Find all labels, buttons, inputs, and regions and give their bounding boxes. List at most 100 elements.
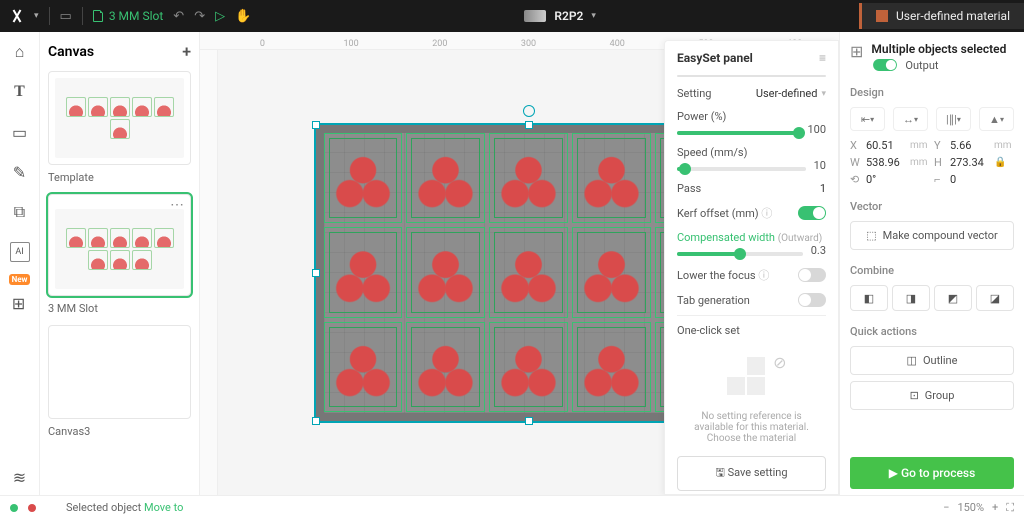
duplicate-tool[interactable]: ⧉ bbox=[10, 202, 30, 222]
run-icon[interactable]: ▷ bbox=[215, 8, 225, 24]
flip-button[interactable]: ▲▾ bbox=[979, 107, 1014, 131]
new-badge: New bbox=[9, 274, 31, 285]
document-name: 3 MM Slot bbox=[109, 9, 163, 23]
status-dot-connected bbox=[10, 504, 18, 512]
info-icon[interactable]: ⓘ bbox=[758, 269, 769, 282]
move-to-link[interactable]: Move to bbox=[144, 501, 183, 514]
x-input[interactable] bbox=[866, 139, 906, 152]
y-input[interactable] bbox=[950, 139, 990, 152]
text-tool[interactable]: T bbox=[10, 82, 30, 102]
canvas-item-canvas3[interactable] bbox=[48, 325, 191, 419]
layers-tool[interactable]: ≋ bbox=[10, 467, 30, 487]
add-canvas-button[interactable]: + bbox=[182, 42, 191, 61]
focus-label: Lower the focus bbox=[677, 269, 756, 282]
tab-score[interactable]: Score bbox=[678, 76, 727, 77]
easyset-title: EasySet panel bbox=[677, 51, 753, 65]
outline-icon: ◫ bbox=[907, 354, 917, 367]
design-object[interactable] bbox=[572, 227, 651, 318]
rotate-handle[interactable] bbox=[523, 105, 535, 117]
compound-vector-button[interactable]: ⬚ Make compound vector bbox=[850, 221, 1014, 250]
combine-section-label: Combine bbox=[850, 264, 1014, 277]
go-to-process-button[interactable]: ▶ Go to process bbox=[850, 457, 1014, 489]
redo-icon[interactable]: ↷ bbox=[194, 8, 205, 24]
resize-handle[interactable] bbox=[312, 269, 320, 277]
resize-handle[interactable] bbox=[312, 121, 320, 129]
design-object[interactable] bbox=[572, 322, 651, 413]
tab-cut[interactable]: Cut bbox=[776, 76, 825, 77]
design-object[interactable] bbox=[489, 322, 568, 413]
focus-switch[interactable] bbox=[798, 268, 826, 282]
home-tool[interactable]: ⌂ bbox=[10, 42, 30, 62]
collapse-panel-icon[interactable]: ≡ bbox=[819, 51, 826, 65]
outline-button[interactable]: ◫ Outline bbox=[850, 346, 1014, 375]
canvas-item-more[interactable]: ⋯ bbox=[170, 201, 184, 209]
shape-tool[interactable]: ▭ bbox=[10, 122, 30, 142]
app-menu-chevron[interactable]: ▾ bbox=[34, 11, 39, 21]
document-tab[interactable]: 3 MM Slot bbox=[93, 9, 163, 23]
resize-handle[interactable] bbox=[525, 417, 533, 425]
hand-icon[interactable]: ✋ bbox=[235, 8, 251, 24]
app-logo[interactable] bbox=[10, 9, 24, 23]
tab-engrave[interactable]: Engrave bbox=[727, 76, 776, 77]
design-object[interactable] bbox=[324, 133, 403, 224]
speed-slider[interactable] bbox=[677, 167, 806, 171]
fit-screen-button[interactable]: ⛶ bbox=[1006, 501, 1014, 515]
canvas-item-3mm-slot[interactable]: ⋯ bbox=[48, 194, 191, 296]
speed-label: Speed (mm/s) bbox=[677, 146, 747, 159]
lock-aspect-icon[interactable]: 🔒 bbox=[994, 157, 1014, 168]
kerf-switch[interactable] bbox=[798, 206, 826, 220]
union-button[interactable]: ◧ bbox=[850, 285, 888, 311]
quick-actions-label: Quick actions bbox=[850, 325, 1014, 338]
setting-value[interactable]: User-defined bbox=[756, 87, 818, 100]
open-file-icon[interactable]: ▭ bbox=[60, 8, 72, 24]
zoom-level[interactable]: 150% bbox=[957, 501, 984, 514]
canvas-item-template[interactable] bbox=[48, 71, 191, 165]
device-name[interactable]: R2P2 bbox=[554, 9, 583, 23]
intersect-button[interactable]: ◩ bbox=[934, 285, 972, 311]
resize-handle[interactable] bbox=[312, 417, 320, 425]
rotation-input[interactable] bbox=[866, 173, 906, 186]
output-switch[interactable] bbox=[874, 59, 898, 71]
subtract-button[interactable]: ◨ bbox=[892, 285, 930, 311]
ai-tool[interactable]: AI bbox=[10, 242, 30, 262]
canvas-panel-title: Canvas bbox=[48, 44, 94, 60]
design-object[interactable] bbox=[489, 227, 568, 318]
design-section-label: Design bbox=[850, 86, 1014, 99]
chevron-down-icon[interactable]: ▾ bbox=[821, 89, 826, 99]
material-swatch bbox=[876, 10, 888, 22]
apps-tool[interactable]: ⊞ bbox=[9, 293, 29, 313]
material-button[interactable]: User-defined material bbox=[859, 3, 1024, 29]
group-button[interactable]: ⊡ Group bbox=[850, 381, 1014, 410]
design-object[interactable] bbox=[489, 133, 568, 224]
pen-tool[interactable]: ✎ bbox=[10, 162, 30, 182]
h-input[interactable] bbox=[950, 156, 990, 169]
tabgen-switch[interactable] bbox=[798, 293, 826, 307]
device-chevron[interactable]: ▾ bbox=[591, 11, 596, 21]
align-left-button[interactable]: ⇤▾ bbox=[850, 107, 885, 131]
design-object[interactable] bbox=[324, 227, 403, 318]
undo-icon[interactable]: ↶ bbox=[173, 8, 184, 24]
design-object[interactable] bbox=[406, 227, 485, 318]
align-distribute-button[interactable]: |∥|▾ bbox=[936, 107, 971, 131]
comp-label: Compensated width bbox=[677, 231, 775, 244]
zoom-in-button[interactable]: + bbox=[992, 501, 998, 514]
design-object[interactable] bbox=[406, 133, 485, 224]
pass-value[interactable]: 1 bbox=[820, 182, 826, 195]
design-object[interactable] bbox=[406, 322, 485, 413]
save-setting-button[interactable]: 🖫 Save setting bbox=[677, 456, 826, 491]
resize-handle[interactable] bbox=[525, 121, 533, 129]
setting-label: Setting bbox=[677, 87, 712, 100]
power-value: 100 bbox=[807, 123, 826, 136]
design-object[interactable] bbox=[324, 322, 403, 413]
corner-input[interactable] bbox=[950, 173, 990, 186]
design-object[interactable] bbox=[572, 133, 651, 224]
compound-icon: ⬚ bbox=[866, 229, 876, 242]
align-center-button[interactable]: ↔▾ bbox=[893, 107, 928, 131]
w-input[interactable] bbox=[866, 156, 906, 169]
canvas-item-label: Template bbox=[48, 171, 191, 184]
power-slider[interactable] bbox=[677, 131, 799, 135]
exclude-button[interactable]: ◪ bbox=[976, 285, 1014, 311]
zoom-out-button[interactable]: − bbox=[943, 501, 949, 514]
info-icon[interactable]: ⓘ bbox=[761, 207, 772, 220]
comp-slider[interactable] bbox=[677, 252, 803, 256]
